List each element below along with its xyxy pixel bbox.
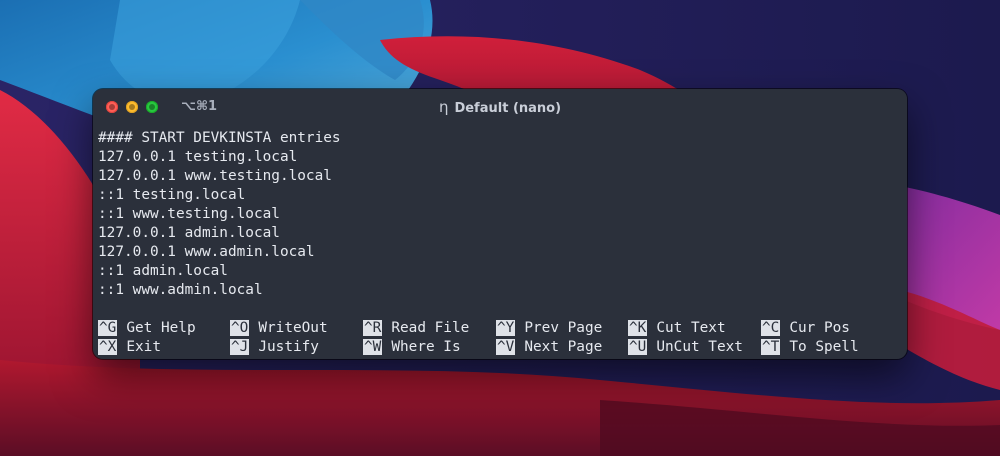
shortcut-label: Exit (126, 339, 161, 355)
editor-line[interactable]: ::1 testing.local (98, 186, 903, 205)
shortcut-label: Where Is (391, 339, 461, 355)
editor-line[interactable]: ::1 admin.local (98, 262, 903, 281)
shortcut-exit[interactable]: ^X Exit (98, 338, 161, 357)
shortcut-prev-page[interactable]: ^Y Prev Page (496, 319, 602, 338)
shortcut-key: ^C (761, 320, 781, 336)
shortcut-key: ^U (628, 339, 648, 355)
shortcut-label: Prev Page (524, 320, 603, 336)
shortcut-read-file[interactable]: ^R Read File (363, 319, 469, 338)
shortcut-key: ^V (496, 339, 516, 355)
shortcut-row-2: ^X Exit ^J Justify ^W Where Is ^V Next Page … (98, 338, 903, 357)
shortcut-key: ^Y (496, 320, 516, 336)
shortcut-key: ^T (761, 339, 781, 355)
shortcut-key: ^X (98, 339, 118, 355)
editor-line[interactable]: 127.0.0.1 www.testing.local (98, 167, 903, 186)
shortcut-key: ^K (628, 320, 648, 336)
shortcut-uncut-text[interactable]: ^U UnCut Text (628, 338, 743, 357)
shortcut-writeout[interactable]: ^O WriteOut (230, 319, 328, 338)
shortcut-get-help[interactable]: ^G Get Help (98, 319, 196, 338)
editor-line[interactable]: 127.0.0.1 www.admin.local (98, 243, 903, 262)
editor-line[interactable]: ::1 www.testing.local (98, 205, 903, 224)
shortcut-label: To Spell (789, 339, 859, 355)
shortcut-next-page[interactable]: ^V Next Page (496, 338, 602, 357)
title-bar[interactable]: ⌥⌘1 η Default (nano) (93, 89, 907, 125)
window-title-text: Default (nano) (454, 101, 562, 116)
shortcut-label: Justify (258, 339, 319, 355)
editor-line[interactable]: 127.0.0.1 testing.local (98, 148, 903, 167)
shortcut-label: Read File (391, 320, 470, 336)
editor-line[interactable]: 127.0.0.1 admin.local (98, 224, 903, 243)
editor-line[interactable]: ::1 www.admin.local (98, 281, 903, 300)
editor-line[interactable]: #### START DEVKINSTA entries (98, 129, 903, 148)
terminal-window: ⌥⌘1 η Default (nano) #### START DEVKINSTA… (93, 89, 907, 359)
shortcut-label: Next Page (524, 339, 603, 355)
shortcut-key: ^G (98, 320, 118, 336)
shortcut-key: ^J (230, 339, 250, 355)
shortcut-label: Cur Pos (789, 320, 850, 336)
shortcut-key: ^O (230, 320, 250, 336)
shortcut-label: UnCut Text (656, 339, 743, 355)
editor-content[interactable]: #### START DEVKINSTA entries 127.0.0.1 t… (98, 129, 903, 300)
shortcut-where-is[interactable]: ^W Where Is (363, 338, 461, 357)
shortcut-label: WriteOut (258, 320, 328, 336)
shortcut-cut-text[interactable]: ^K Cut Text (628, 319, 726, 338)
shortcut-label: Cut Text (656, 320, 726, 336)
shell-prompt-icon: η (438, 98, 449, 116)
shortcut-key: ^W (363, 339, 383, 355)
shortcut-justify[interactable]: ^J Justify (230, 338, 319, 357)
shortcut-row-1: ^G Get Help ^O WriteOut ^R Read File ^Y Prev… (98, 319, 903, 338)
shortcut-label: Get Help (126, 320, 196, 336)
shortcut-cur-pos[interactable]: ^C Cur Pos (761, 319, 850, 338)
shortcut-to-spell[interactable]: ^T To Spell (761, 338, 859, 357)
nano-shortcut-bar: ^G Get Help ^O WriteOut ^R Read File ^Y Prev… (98, 319, 903, 357)
shortcut-key: ^R (363, 320, 383, 336)
window-title: η Default (nano) (93, 98, 907, 116)
